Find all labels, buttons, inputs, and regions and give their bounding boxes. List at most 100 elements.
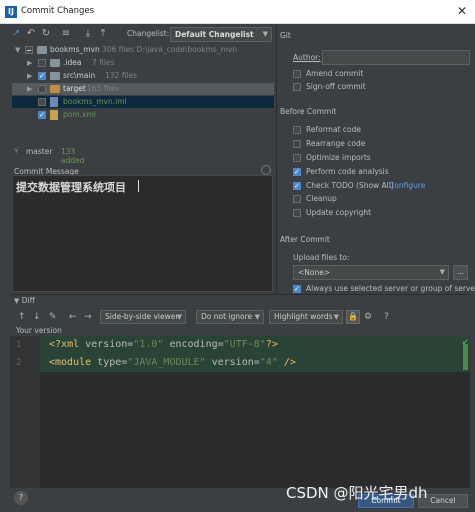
diff-header[interactable]: ▼ Diff [14,296,35,305]
arrow-right-icon[interactable]: → [84,310,92,324]
highlight-select[interactable]: Highlight words ▼ [269,310,343,324]
tree-row-root[interactable]: ▼ bookms_mvn 306 files D:\java_code\book… [12,44,274,56]
changelist-label: Changelist: [127,29,170,38]
chevron-right-icon[interactable]: ▶ [27,70,32,82]
refresh-icon[interactable]: ↻ [40,27,52,41]
chevron-right-icon[interactable]: ▶ [27,83,32,95]
code-token: encoding [163,339,218,350]
arrow-left-icon[interactable]: ← [69,310,77,324]
group-icon[interactable]: ≡ [60,27,72,41]
commit-message-input[interactable]: 提交数据管理系统项目 [12,175,273,292]
folder-icon [50,85,60,93]
chevron-down-icon: ▼ [333,313,339,321]
close-icon[interactable]: ✕ [457,4,467,18]
help-button[interactable]: ? [14,491,28,505]
vertical-divider[interactable] [276,26,277,294]
code-token: "JAVA_MODULE" [127,357,206,368]
arrow-up-icon[interactable]: ↑ [18,310,26,324]
chevron-right-icon[interactable]: ▶ [27,57,32,69]
upload-value: <None> [298,268,331,277]
code-token: version [205,357,254,368]
xml-file-icon [50,110,58,120]
signoff-label: Sign-off commit [306,82,366,91]
chevron-down-icon: ▼ [439,268,445,276]
history-icon[interactable] [261,165,271,175]
lock-icon[interactable]: 🔒 [346,310,360,324]
code-token: xml [61,339,86,350]
option-checkbox[interactable] [293,140,301,148]
git-header: Git [280,31,291,40]
option-checkbox[interactable] [293,209,301,217]
expand-all-icon[interactable]: ⤓ [82,27,94,41]
changes-toolbar: ↗ ↶ ↻ ≡ ⤓ ⤒ Changelist: Default Changeli… [10,27,274,43]
signoff-checkbox[interactable] [293,83,301,91]
row-checkbox[interactable] [38,98,46,106]
tree-row-meta: 7 files [92,58,115,67]
edit-icon[interactable]: ✎ [49,310,57,324]
row-checkbox[interactable] [38,59,46,67]
tree-row-name: bookms_mvn.iml [63,97,127,106]
code-line: <?xml version="1.0" encoding="UTF-8"?> [40,336,470,354]
option-checkbox[interactable] [293,166,301,178]
commit-message-text: 提交数据管理系统项目 [16,181,126,194]
configure-link[interactable]: Configure [389,180,425,192]
intellij-app-icon: IJ [5,6,17,18]
expand-diff-icon[interactable]: ↗ [10,27,22,41]
row-checkbox[interactable] [38,85,46,93]
code-token: <? [49,339,62,350]
code-token: version [85,339,128,350]
option-checkbox[interactable] [293,154,301,162]
ignore-select[interactable]: Do not ignore ▼ [196,310,264,324]
row-checkbox[interactable] [25,46,33,54]
window-title: Commit Changes [21,6,95,16]
undo-icon[interactable]: ↶ [25,27,37,41]
tree-row-iml[interactable]: bookms_mvn.iml [12,96,274,108]
your-version-label: Your version [16,326,62,335]
upload-label: Upload files to: [293,253,350,262]
code-token: type [97,357,122,368]
folder-icon [50,59,60,67]
viewer-value: Side-by-side viewer [105,312,179,321]
changelist-value: Default Changelist [175,30,254,39]
horizontal-divider[interactable] [10,294,470,295]
changelist-select[interactable]: Default Changelist ▼ [170,27,272,42]
tree-row-name: src\main [63,71,96,80]
tree-row-src-main[interactable]: ▶ src\main 132 files [12,70,274,82]
chevron-down-icon[interactable]: ▼ [15,44,20,56]
tree-row-idea[interactable]: ▶ .idea 7 files [12,57,274,69]
row-checkbox[interactable] [38,70,46,82]
gear-icon[interactable]: ⚙ [364,310,372,324]
chevron-down-icon: ▼ [176,313,182,321]
amend-checkbox[interactable] [293,70,301,78]
option-checkbox[interactable] [293,180,301,192]
watermark-text: CSDN @阳光宅男dh [286,484,428,502]
option-label: Rearrange code [306,139,366,148]
option-label: Reformat code [306,125,361,134]
row-checkbox[interactable] [38,109,46,121]
diff-editor[interactable]: 1 2 <?xml version="1.0" encoding="UTF-8"… [10,336,470,488]
option-checkbox[interactable] [293,126,301,134]
folder-icon [37,46,47,54]
branch-icon: ⑂ [14,146,19,155]
tree-row-pom[interactable]: pom.xml [12,109,274,121]
collapse-all-icon[interactable]: ⤒ [97,27,109,41]
arrow-down-icon[interactable]: ↓ [33,310,41,324]
option-checkbox[interactable] [293,195,301,203]
added-count: 133 added [61,147,85,165]
viewer-select[interactable]: Side-by-side viewer ▼ [100,310,186,324]
tree-row-name: .idea [63,58,82,67]
author-field[interactable] [322,50,470,65]
tree-row-meta: 306 files D:\java_code\bookms_mvn [102,45,238,54]
folder-icon [50,72,60,80]
upload-server-select[interactable]: <None> ▼ [293,265,449,280]
option-label: Optimize imports [306,153,371,162]
code-token: "UTF-8" [223,339,266,350]
code-token: /> [277,357,296,368]
code-token: ?> [265,339,278,350]
always-use-checkbox[interactable] [293,283,301,295]
author-label: Author: [293,53,321,62]
help-icon[interactable]: ? [384,310,389,324]
browse-servers-button[interactable]: ... [453,265,468,280]
text-cursor [138,180,139,192]
tree-row-target[interactable]: ▶ target 165 files [12,83,274,95]
